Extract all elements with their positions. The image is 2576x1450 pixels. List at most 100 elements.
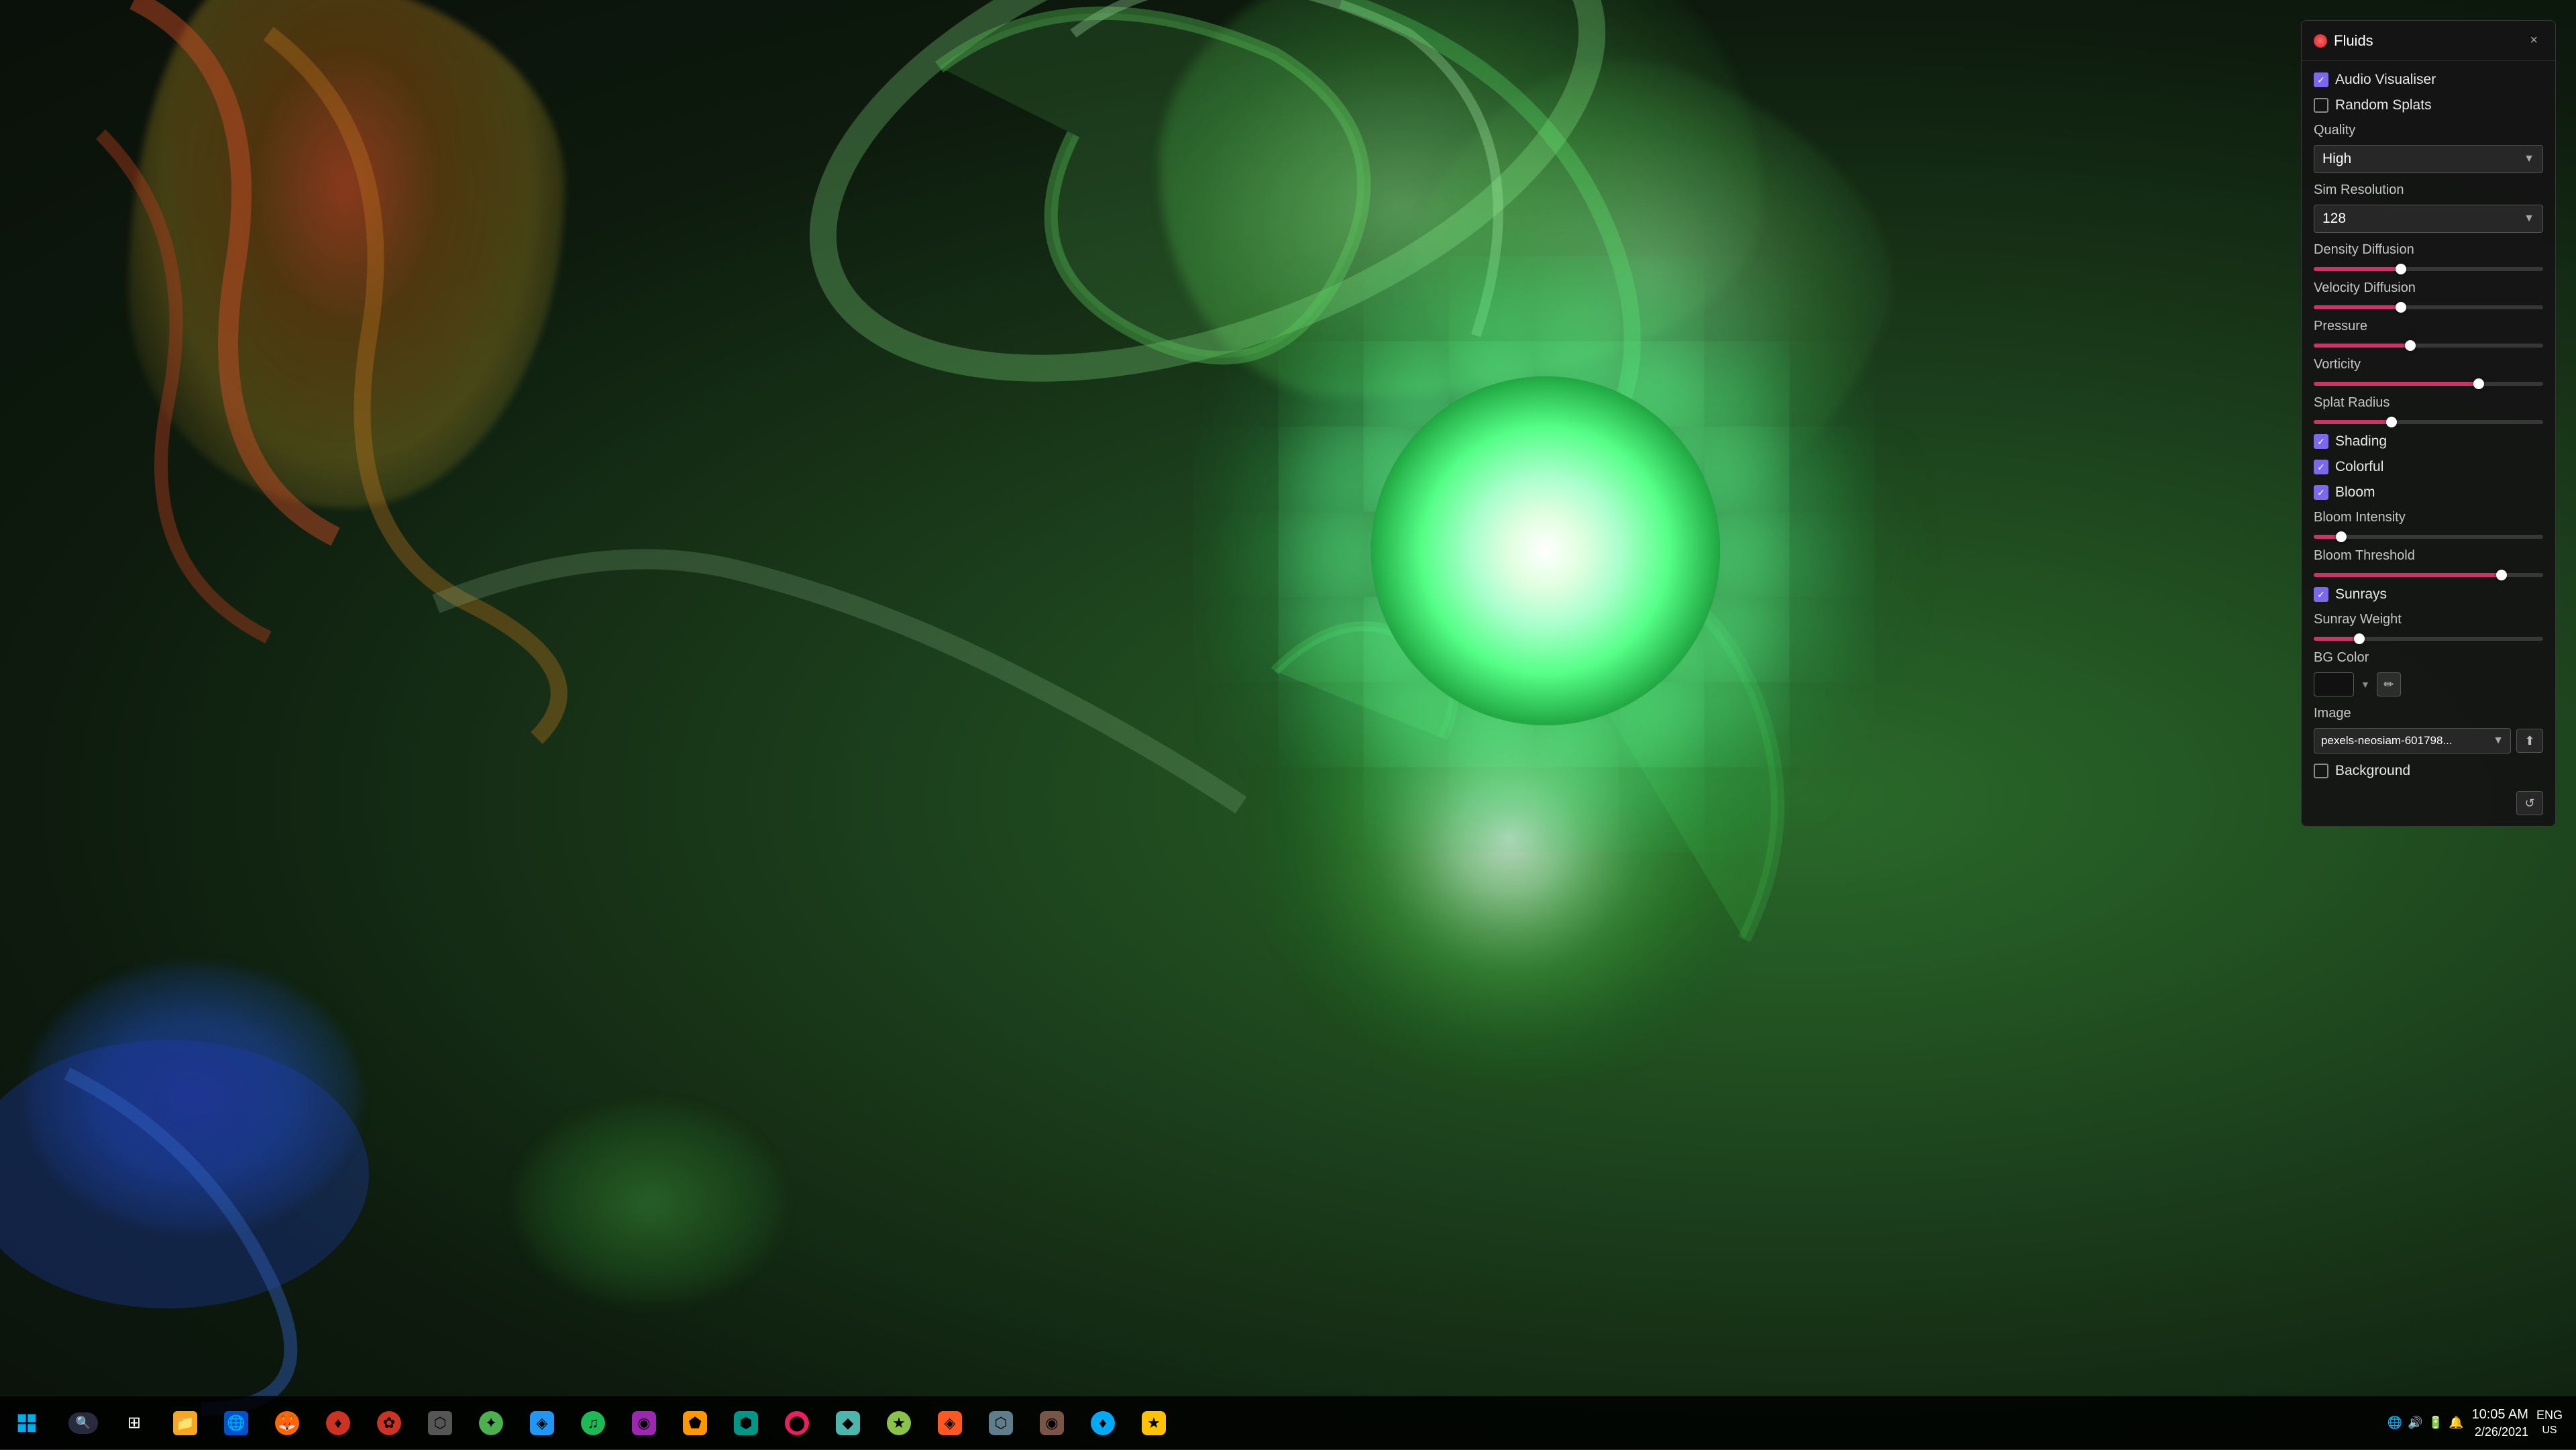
sunray-weight-slider[interactable] [2314, 637, 2543, 641]
panel-header-left: Fluids [2314, 32, 2373, 50]
audio-visualiser-checkbox[interactable]: Audio Visualiser [2314, 72, 2543, 88]
splat-radius-section: Splat Radius [2314, 395, 2543, 424]
audio-visualiser-check[interactable] [2314, 72, 2328, 87]
taskbar-app-8[interactable]: ⬡ [416, 1399, 464, 1447]
background-checkbox[interactable]: Background [2314, 763, 2543, 779]
taskbar-app-12[interactable]: ◉ [620, 1399, 668, 1447]
density-diffusion-slider[interactable] [2314, 267, 2543, 271]
shading-check[interactable] [2314, 434, 2328, 449]
sim-resolution-dropdown[interactable]: 128 ▼ [2314, 205, 2543, 233]
sim-resolution-label: Sim Resolution [2314, 183, 2543, 198]
sim-resolution-value: 128 [2322, 211, 2346, 227]
battery-icon[interactable]: 🔋 [2428, 1416, 2443, 1430]
background-check[interactable] [2314, 764, 2328, 778]
bloom-check[interactable] [2314, 485, 2328, 500]
taskbar-app-16[interactable]: ◆ [824, 1399, 872, 1447]
language-indicator[interactable]: ENG US [2536, 1408, 2563, 1437]
taskbar-app-10[interactable]: ◈ [518, 1399, 566, 1447]
splat-radius-thumb[interactable] [2386, 417, 2397, 427]
velocity-diffusion-slider[interactable] [2314, 305, 2543, 309]
eyedropper-button[interactable]: ✏ [2377, 672, 2401, 696]
taskbar-apps: 🔍 ⊞ 📁 🌐 🦊 ♦ ✿ ⬡ ✦ ◈ ♫ [54, 1399, 2374, 1447]
splat-radius-label: Splat Radius [2314, 395, 2543, 411]
taskbar-app-9[interactable]: ✦ [467, 1399, 515, 1447]
vorticity-label: Vorticity [2314, 357, 2543, 372]
velocity-diffusion-label: Velocity Diffusion [2314, 280, 2543, 296]
bloom-threshold-thumb[interactable] [2496, 570, 2507, 580]
quality-dropdown[interactable]: High ▼ [2314, 145, 2543, 173]
image-section: Image pexels-neosiam-601798... ▼ ⬆ [2314, 706, 2543, 754]
bg-color-label: BG Color [2314, 650, 2543, 666]
shading-label: Shading [2335, 433, 2387, 450]
sunrays-checkbox[interactable]: Sunrays [2314, 586, 2543, 603]
taskbar-app-edge[interactable]: 🌐 [212, 1399, 260, 1447]
taskbar-app-firefox[interactable]: 🦊 [263, 1399, 311, 1447]
taskbar-app-20[interactable]: ◉ [1028, 1399, 1076, 1447]
taskbar-app-18[interactable]: ◈ [926, 1399, 974, 1447]
random-splats-checkbox[interactable]: Random Splats [2314, 97, 2543, 113]
bloom-threshold-section: Bloom Threshold [2314, 548, 2543, 577]
taskbar-app-17[interactable]: ★ [875, 1399, 923, 1447]
vorticity-slider[interactable] [2314, 382, 2543, 386]
system-tray-icons: 🌐 🔊 🔋 🔔 [2387, 1416, 2464, 1430]
density-diffusion-section: Density Diffusion [2314, 242, 2543, 271]
taskbar-app-7[interactable]: ✿ [365, 1399, 413, 1447]
bloom-checkbox[interactable]: Bloom [2314, 484, 2543, 501]
sunrays-label: Sunrays [2335, 586, 2387, 603]
splat-radius-slider[interactable] [2314, 420, 2543, 424]
bloom-threshold-slider[interactable] [2314, 573, 2543, 577]
taskbar-app-14[interactable]: ⬢ [722, 1399, 770, 1447]
vorticity-thumb[interactable] [2473, 378, 2484, 389]
notification-icon[interactable]: 🔔 [2449, 1416, 2463, 1430]
network-icon[interactable]: 🌐 [2387, 1416, 2402, 1430]
start-button[interactable] [0, 1396, 54, 1450]
random-splats-check[interactable] [2314, 98, 2328, 113]
taskbar-app-spotify[interactable]: ♫ [569, 1399, 617, 1447]
taskbar-app-search[interactable]: 🔍 [59, 1399, 107, 1447]
pressure-thumb[interactable] [2405, 340, 2416, 351]
taskbar-app-13[interactable]: ⬟ [671, 1399, 719, 1447]
taskbar: 🔍 ⊞ 📁 🌐 🦊 ♦ ✿ ⬡ ✦ ◈ ♫ [0, 1396, 2576, 1449]
taskbar-app-fileexplorer[interactable]: 📁 [161, 1399, 209, 1447]
reload-button[interactable]: ↺ [2516, 791, 2543, 815]
density-diffusion-thumb[interactable] [2396, 264, 2406, 274]
bg-color-section: BG Color ▼ ✏ [2314, 650, 2543, 696]
taskbar-app-6[interactable]: ♦ [314, 1399, 362, 1447]
bg-color-swatch[interactable] [2314, 672, 2354, 696]
vorticity-section: Vorticity [2314, 357, 2543, 386]
taskbar-clock[interactable]: 10:05 AM 2/26/2021 [2471, 1405, 2528, 1441]
audio-visualiser-label: Audio Visualiser [2335, 72, 2436, 88]
taskbar-app-taskview[interactable]: ⊞ [110, 1399, 158, 1447]
search-icon: 🔍 [76, 1416, 91, 1430]
image-upload-button[interactable]: ⬆ [2516, 729, 2543, 753]
panel-bottom-row: ↺ [2314, 788, 2543, 815]
fluids-panel: Fluids × Audio Visualiser Random Splats … [2301, 20, 2556, 827]
sunray-weight-thumb[interactable] [2354, 633, 2365, 644]
colorful-checkbox[interactable]: Colorful [2314, 459, 2543, 475]
bloom-intensity-section: Bloom Intensity [2314, 510, 2543, 539]
taskbar-app-19[interactable]: ⬡ [977, 1399, 1025, 1447]
volume-icon[interactable]: 🔊 [2408, 1416, 2422, 1430]
bloom-intensity-slider[interactable] [2314, 535, 2543, 539]
shading-checkbox[interactable]: Shading [2314, 433, 2543, 450]
bloom-intensity-thumb[interactable] [2336, 531, 2347, 542]
sunray-weight-section: Sunray Weight [2314, 612, 2543, 641]
upload-icon: ⬆ [2524, 734, 2534, 748]
sim-resolution-arrow: ▼ [2524, 213, 2534, 225]
taskbar-system-tray: 🌐 🔊 🔋 🔔 10:05 AM 2/26/2021 ENG US [2374, 1405, 2576, 1441]
image-dropdown[interactable]: pexels-neosiam-601798... ▼ [2314, 728, 2511, 754]
quality-value: High [2322, 151, 2351, 167]
pressure-section: Pressure [2314, 319, 2543, 348]
taskbar-app-15[interactable]: ⬤ [773, 1399, 821, 1447]
pressure-label: Pressure [2314, 319, 2543, 334]
clock-date: 2/26/2021 [2471, 1424, 2528, 1441]
taskbar-app-22[interactable]: ★ [1130, 1399, 1178, 1447]
taskbar-app-21[interactable]: ♦ [1079, 1399, 1127, 1447]
sim-resolution-section: Sim Resolution 128 ▼ [2314, 183, 2543, 233]
panel-close-button[interactable]: × [2524, 30, 2543, 51]
colorful-check[interactable] [2314, 460, 2328, 474]
sunrays-check[interactable] [2314, 587, 2328, 602]
pressure-slider[interactable] [2314, 344, 2543, 348]
velocity-diffusion-thumb[interactable] [2396, 302, 2406, 313]
background-label: Background [2335, 763, 2410, 779]
